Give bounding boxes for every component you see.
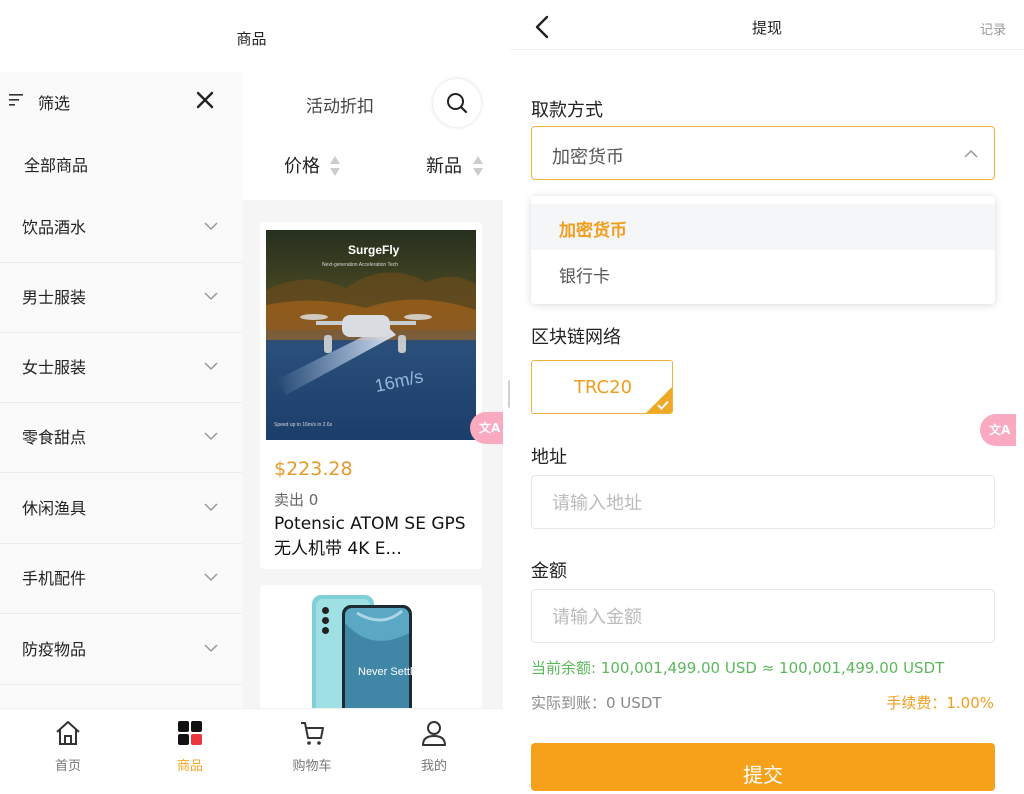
product-content: 活动折扣 价格 新品 SurgeFly Next-generation Acce… [242,72,503,725]
divider [0,684,242,685]
select-value: 加密货币 [552,147,624,168]
tab-cart[interactable]: 购物车 [252,709,372,783]
page-title: 商品 [236,30,267,48]
withdraw-method-select[interactable]: 加密货币 [531,126,995,180]
product-card[interactable]: Never Settle [260,585,482,725]
filter-header: 筛选 [0,72,242,130]
network-chip-trc20[interactable]: TRC20 [531,360,673,414]
page-header: 提现 记录 [510,0,1024,50]
tab-profile[interactable]: 我的 [374,709,494,783]
product-image: SurgeFly Next-generation Acceleration Te… [266,230,476,440]
sort-new-button[interactable]: 新品 [426,152,462,178]
sort-arrows-icon [473,156,483,176]
grid-icon [178,721,202,745]
product-image: Never Settle [312,595,419,723]
withdraw-method-dropdown: 加密货币 银行卡 [531,196,995,304]
records-link[interactable]: 记录 [980,19,1006,38]
submit-button[interactable]: 提交 [531,743,995,791]
chevron-down-icon [204,362,218,371]
user-icon [422,721,446,746]
dropdown-option-crypto[interactable]: 加密货币 [531,204,995,250]
category-item[interactable]: 防疫物品 [0,615,242,685]
product-sold-count: 卖出 0 [274,491,319,509]
bottom-tab-bar: 首页 商品 购物车 我的 [0,708,503,782]
search-icon [447,93,468,114]
cart-icon [301,722,324,745]
address-field[interactable] [531,475,995,529]
filter-sidebar: 筛选 全部商品 饮品酒水 男士服装 女士服装 零食甜点 休闲渔具 手机配件 防疫… [0,72,242,708]
amount-label: 金额 [531,561,567,582]
actual-received-text: 实际到账：0 USDT [531,694,662,712]
image-slogan-text: Never Settle [358,666,419,678]
page-title: 提现 [751,19,782,37]
divider [0,613,242,614]
tab-label: 商品 [176,759,203,774]
tab-home[interactable]: 首页 [8,709,128,783]
product-list-screen: 商品 筛选 全部商品 饮品酒水 男士服装 女士服装 零食甜点 休闲渔具 手机配件… [0,0,503,794]
category-label: 男士服装 [22,288,87,307]
category-item[interactable]: 手机配件 [0,544,242,614]
language-switch-button[interactable]: 文A [470,412,503,444]
option-label: 银行卡 [559,267,610,287]
translate-icon: 文A [989,423,1011,437]
sort-price-button[interactable]: 价格 [284,152,320,178]
divider [0,472,242,473]
product-name: Potensic ATOM SE GPS 无人机带 4K E... [274,514,466,559]
search-button[interactable] [433,79,481,127]
amount-field[interactable] [531,589,995,643]
category-label: 手机配件 [22,569,87,588]
image-caption-text: Speed up to 16m/s in 2.6s [274,422,333,428]
promo-bar: 活动折扣 [242,72,503,130]
category-item[interactable]: 女士服装 [0,333,242,403]
category-item[interactable]: 男士服装 [0,263,242,333]
chevron-down-icon [204,222,218,231]
withdraw-screen: 提现 记录 取款方式 加密货币 加密货币 银行卡 区块链网络 TRC20 地址 … [510,0,1024,794]
promo-tab[interactable]: 活动折扣 [306,92,374,117]
category-item[interactable]: 饮品酒水 [0,193,242,263]
balance-text: 当前余额: 100,001,499.00 USD ≈ 100,001,499.0… [531,659,945,677]
close-icon[interactable] [193,88,217,112]
withdraw-method-label: 取款方式 [531,100,603,121]
filter-label: 筛选 [38,94,71,113]
filter-icon[interactable] [9,94,23,106]
check-icon [657,400,669,410]
category-label: 休闲渔具 [22,499,87,518]
chevron-down-icon [204,573,218,582]
page-header: 商品 [0,0,503,72]
tab-label: 我的 [420,759,447,774]
product-price: $223.28 [274,458,353,480]
network-label: 区块链网络 [531,327,621,348]
fee-text: 手续费：1.00% [886,694,994,712]
address-input[interactable] [552,488,972,518]
tab-products[interactable]: 商品 [130,709,250,783]
language-switch-button[interactable]: 文A [980,414,1016,446]
image-subtitle-text: Next-generation Acceleration Tech [322,262,398,268]
product-card[interactable]: SurgeFly Next-generation Acceleration Te… [260,222,482,569]
category-label: 女士服装 [22,358,87,377]
tab-label: 首页 [54,759,81,774]
category-label: 饮品酒水 [22,218,87,237]
chevron-down-icon [204,503,218,512]
image-brand-text: SurgeFly [348,243,400,257]
chevron-up-icon [964,149,978,158]
all-goods-item[interactable]: 全部商品 [24,152,88,176]
chevron-down-icon [204,644,218,653]
category-label: 防疫物品 [22,640,87,659]
submit-label: 提交 [743,765,783,787]
option-label: 加密货币 [559,221,627,241]
home-icon [56,721,80,745]
dropdown-pointer [548,186,568,196]
category-item[interactable]: 休闲渔具 [0,474,242,544]
category-label: 零食甜点 [22,428,87,447]
address-label: 地址 [531,447,567,468]
chevron-down-icon [204,292,218,301]
tab-label: 购物车 [292,759,332,774]
chevron-down-icon [204,432,218,441]
sort-arrows-icon [330,156,340,176]
translate-icon: 文A [479,421,501,435]
dropdown-option-bank-card[interactable]: 银行卡 [531,250,995,296]
category-item[interactable]: 零食甜点 [0,403,242,473]
sort-bar: 价格 新品 [242,130,503,200]
amount-input[interactable] [552,602,972,632]
